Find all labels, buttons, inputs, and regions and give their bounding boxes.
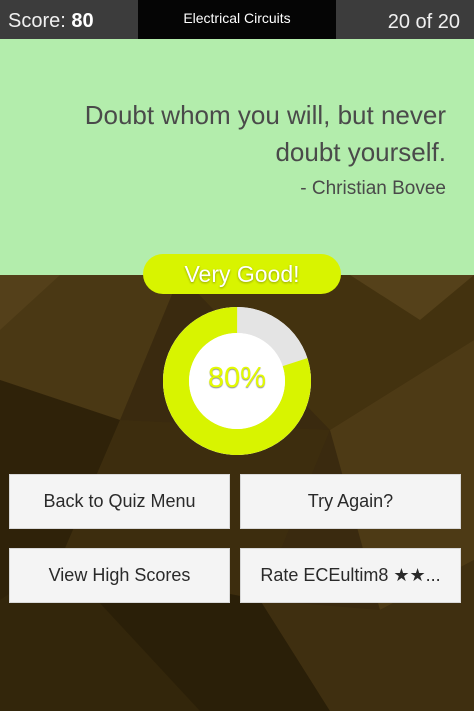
- rating-label: Very Good!: [184, 261, 300, 287]
- quote-author: - Christian Bovee: [300, 178, 446, 199]
- rating-badge: Very Good!: [143, 254, 341, 294]
- rate-app-button[interactable]: Rate ECEultim8 ★★...: [240, 548, 461, 603]
- back-to-quiz-menu-button[interactable]: Back to Quiz Menu: [9, 474, 230, 529]
- score-display: Score: 80: [8, 9, 94, 33]
- view-high-scores-button[interactable]: View High Scores: [9, 548, 230, 603]
- quiz-title: Electrical Circuits: [183, 10, 291, 26]
- quiz-title-box: Electrical Circuits: [138, 0, 336, 39]
- question-progress: 20 of 20: [387, 11, 460, 33]
- quote-text: Doubt whom you will, but never doubt you…: [84, 100, 446, 167]
- quote-panel: Doubt whom you will, but never doubt you…: [0, 39, 474, 275]
- score-percent: 80%: [207, 362, 267, 394]
- score-value: 80: [71, 10, 94, 32]
- top-bar: Score: 80 Electrical Circuits 20 of 20: [0, 0, 474, 39]
- score-label: Score:: [8, 10, 66, 32]
- try-again-button[interactable]: Try Again?: [240, 474, 461, 529]
- results-screen: Score: 80 Electrical Circuits 20 of 20 D…: [0, 0, 474, 711]
